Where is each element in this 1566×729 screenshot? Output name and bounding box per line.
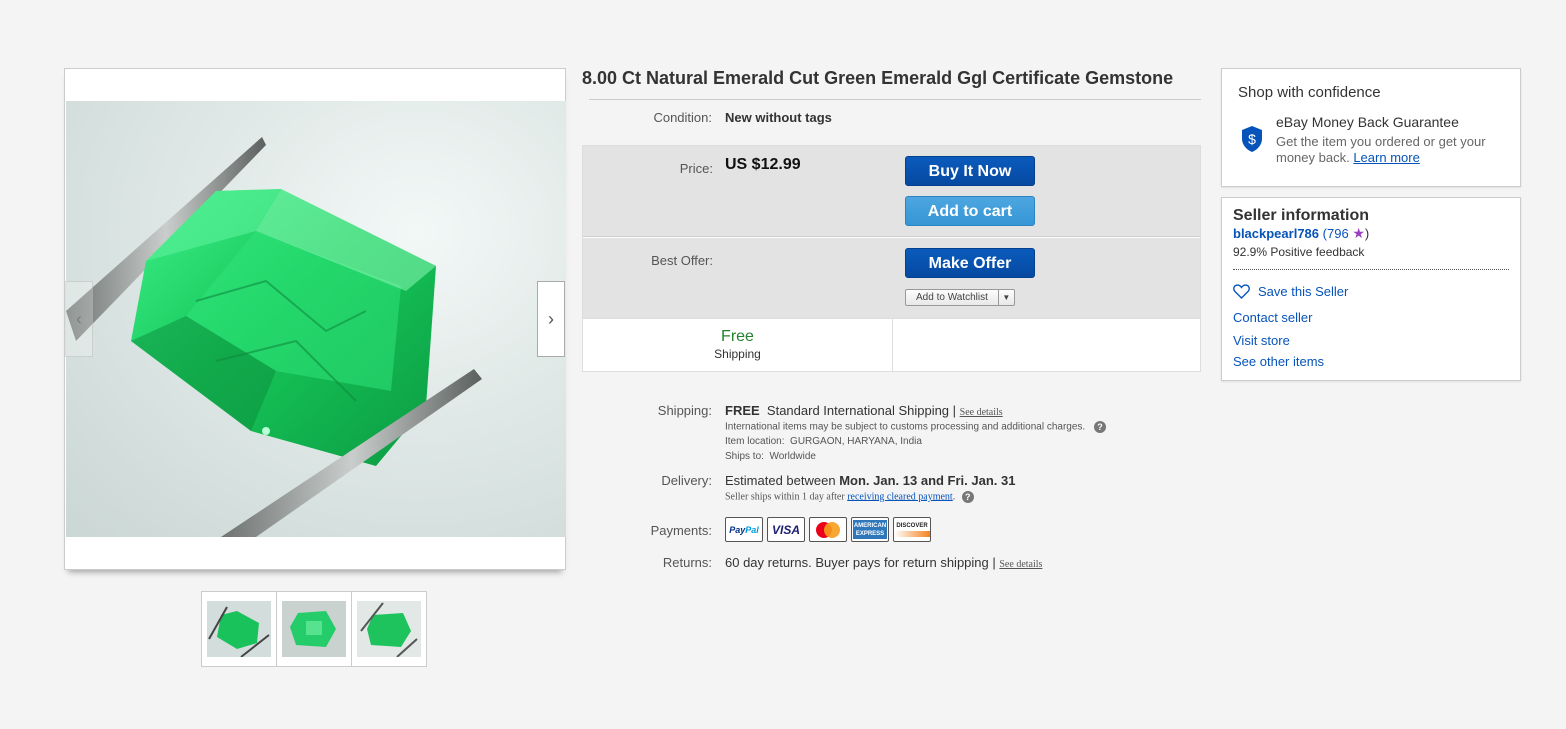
american-express-logo: AMERICAN EXPRESS (851, 517, 889, 542)
heart-icon (1233, 284, 1250, 299)
buy-it-now-button[interactable]: Buy It Now (905, 156, 1035, 186)
delivery-estimate: Estimated between Mon. Jan. 13 and Fri. … (725, 473, 1015, 488)
price-value: US $12.99 (725, 156, 801, 173)
seller-ships-note: Seller ships within 1 day after receivin… (725, 491, 974, 503)
ships-to-row: Ships to: Worldwide (725, 451, 816, 462)
discover-logo: DISCOVER (893, 517, 931, 542)
money-back-title: eBay Money Back Guarantee (1276, 114, 1459, 130)
paypal-logo-suffix: Pal (745, 524, 759, 535)
watchlist-dropdown-button[interactable]: ▼ (999, 290, 1014, 305)
shipping-see-details-link[interactable]: See details (960, 407, 1003, 418)
feedback-close-paren: ) (1364, 226, 1370, 241)
payments-label: Payments: (650, 523, 712, 538)
purple-star-icon: ★ (1352, 225, 1365, 241)
image-gallery: ‹ › (64, 68, 566, 570)
thumbnail-strip (201, 591, 427, 667)
shipping-line: FREE Standard International Shipping | S… (725, 403, 1003, 418)
dollar-shield-icon: $ (1240, 125, 1264, 158)
customs-note-row: International items may be subject to cu… (725, 421, 1106, 433)
price-label: Price: (679, 161, 713, 176)
add-to-watchlist-button[interactable]: Add to Watchlist (906, 290, 999, 305)
thumbnail-1[interactable] (201, 591, 277, 667)
seller-divider (1233, 269, 1509, 270)
delivery-label: Delivery: (661, 473, 712, 488)
returns-see-details-link[interactable]: See details (999, 559, 1042, 570)
paypal-logo: Pay Pal (725, 517, 763, 542)
help-icon[interactable]: ? (961, 491, 974, 503)
item-location-value: GURGAON, HARYANA, India (790, 436, 922, 447)
seller-name-link[interactable]: blackpearl786 (1233, 226, 1319, 241)
money-back-description: Get the item you ordered or get your mon… (1276, 134, 1506, 166)
returns-text: 60 day returns. Buyer pays for return sh… (725, 555, 996, 570)
divider (583, 237, 1200, 238)
returns-line: 60 day returns. Buyer pays for return sh… (725, 555, 1042, 570)
confidence-title: Shop with confidence (1238, 84, 1381, 101)
delivery-estimate-prefix: Estimated between (725, 473, 836, 488)
seller-name-row: blackpearl786 (796 ★) (1233, 225, 1369, 242)
add-to-watchlist-control: Add to Watchlist ▼ (905, 289, 1015, 306)
buy-box: Price: US $12.99 Buy It Now Add to cart … (582, 145, 1201, 372)
contact-seller-link[interactable]: Contact seller (1233, 310, 1312, 325)
free-label: Free (721, 328, 754, 345)
item-title: 8.00 Ct Natural Emerald Cut Green Emeral… (582, 68, 1174, 88)
learn-more-link[interactable]: Learn more (1353, 150, 1419, 165)
condition-label: Condition: (653, 110, 712, 125)
visit-store-link[interactable]: Visit store (1233, 333, 1290, 348)
caret-down-icon: ▼ (1002, 293, 1011, 302)
make-offer-button[interactable]: Make Offer (905, 248, 1035, 278)
customs-note: International items may be subject to cu… (725, 421, 1086, 433)
shipping-sub-label: Shipping (714, 347, 761, 361)
chevron-right-icon: › (548, 308, 554, 329)
item-location-row: Item location: GURGAON, HARYANA, India (725, 436, 922, 447)
mastercard-logo (809, 517, 847, 542)
shipping-service: Standard International Shipping | (766, 403, 957, 418)
main-product-image[interactable] (66, 101, 566, 537)
title-divider (589, 99, 1201, 100)
add-to-cart-button[interactable]: Add to cart (905, 196, 1035, 226)
save-seller-button[interactable]: Save this Seller (1233, 284, 1348, 299)
cleared-payment-link[interactable]: receiving cleared payment (847, 491, 953, 502)
ships-to-value: Worldwide (769, 451, 816, 462)
previous-image-button[interactable]: ‹ (65, 281, 93, 357)
returns-label: Returns: (662, 555, 712, 570)
shipping-free: FREE (725, 403, 760, 418)
seller-info-title: Seller information (1233, 207, 1370, 224)
positive-feedback: 92.9% Positive feedback (1233, 245, 1365, 259)
help-icon[interactable]: ? (1093, 421, 1106, 433)
feedback-score-link[interactable]: 796 (1327, 226, 1349, 241)
visa-logo: VISA (767, 517, 805, 542)
seller-ships-suffix: . (952, 491, 956, 503)
best-offer-label: Best Offer: (651, 253, 713, 268)
thumbnail-3[interactable] (351, 591, 427, 667)
chevron-left-icon: ‹ (76, 308, 82, 329)
item-location-label: Item location: (725, 436, 785, 447)
free-shipping-cell: Free Shipping (583, 319, 892, 371)
svg-text:$: $ (1248, 131, 1256, 147)
shipping-label: Shipping: (657, 403, 712, 418)
ships-to-label: Ships to: (725, 451, 764, 462)
condition-value: New without tags (725, 110, 832, 125)
thumbnail-2[interactable] (276, 591, 352, 667)
empty-summary-cell (892, 319, 1201, 371)
see-other-items-link[interactable]: See other items (1233, 354, 1324, 369)
shop-with-confidence-card: Shop with confidence $ eBay Money Back G… (1221, 68, 1521, 187)
payment-methods: Pay Pal VISA AMERICAN EXPRESS DISCOVER (725, 517, 931, 542)
seller-ships-prefix: Seller ships within 1 day after (725, 491, 845, 503)
delivery-dates: Mon. Jan. 13 and Fri. Jan. 31 (839, 473, 1016, 488)
shipping-summary: Free Shipping (583, 318, 1200, 371)
save-seller-label: Save this Seller (1258, 284, 1349, 299)
seller-information-card: Seller information blackpearl786 (796 ★)… (1221, 197, 1521, 381)
next-image-button[interactable]: › (537, 281, 565, 357)
